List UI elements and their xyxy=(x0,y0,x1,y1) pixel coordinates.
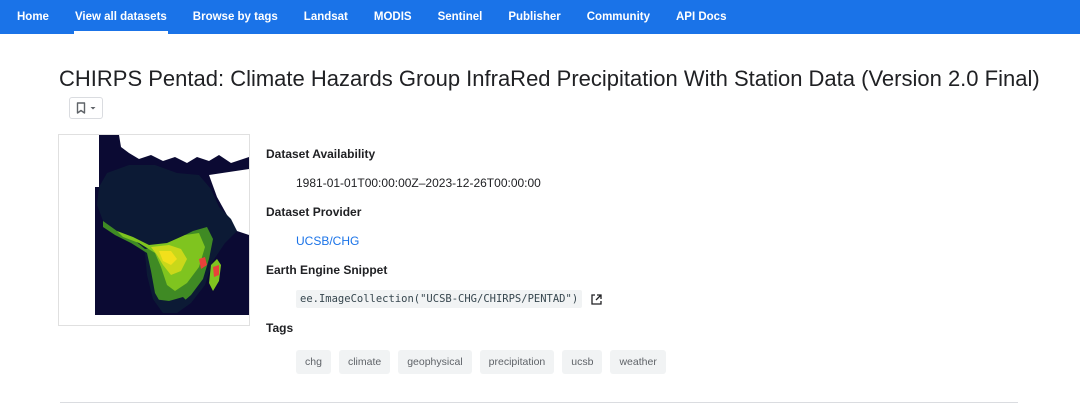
provider-label: Dataset Provider xyxy=(266,205,362,219)
nav-browse-by-tags[interactable]: Browse by tags xyxy=(180,0,291,34)
tag-climate[interactable]: climate xyxy=(338,350,391,374)
nav-modis[interactable]: MODIS xyxy=(361,0,425,34)
snippet-label: Earth Engine Snippet xyxy=(266,263,388,277)
provider-link[interactable]: UCSB/CHG xyxy=(296,234,359,248)
nav-api-docs[interactable]: API Docs xyxy=(663,0,740,34)
nav-view-all-datasets[interactable]: View all datasets xyxy=(62,0,180,34)
chevron-down-icon xyxy=(90,107,96,110)
tags-list: chg climate geophysical precipitation uc… xyxy=(296,350,666,374)
open-in-new-icon[interactable] xyxy=(590,293,603,306)
map-extreme-zone xyxy=(213,265,219,277)
page-title-text: CHIRPS Pentad: Climate Hazards Group Inf… xyxy=(59,66,1040,91)
tag-weather[interactable]: weather xyxy=(610,350,666,374)
africa-precipitation-map xyxy=(59,135,249,325)
page-title: CHIRPS Pentad: Climate Hazards Group Inf… xyxy=(59,64,1049,124)
section-divider xyxy=(60,402,1018,403)
top-nav: Home View all datasets Browse by tags La… xyxy=(0,0,1080,34)
nav-publisher[interactable]: Publisher xyxy=(495,0,573,34)
nav-sentinel[interactable]: Sentinel xyxy=(425,0,496,34)
nav-home[interactable]: Home xyxy=(4,0,62,34)
tag-chg[interactable]: chg xyxy=(296,350,331,374)
nav-landsat[interactable]: Landsat xyxy=(291,0,361,34)
dataset-metadata: Dataset Availability 1981-01-01T00:00:00… xyxy=(266,145,666,374)
snippet-code[interactable]: ee.ImageCollection("UCSB-CHG/CHIRPS/PENT… xyxy=(296,290,583,308)
availability-label: Dataset Availability xyxy=(266,147,376,161)
availability-value: 1981-01-01T00:00:00Z–2023-12-26T00:00:00 xyxy=(296,176,541,190)
tag-ucsb[interactable]: ucsb xyxy=(562,350,603,374)
tag-geophysical[interactable]: geophysical xyxy=(398,350,472,374)
bookmark-icon xyxy=(76,102,86,114)
snippet-row: ee.ImageCollection("UCSB-CHG/CHIRPS/PENT… xyxy=(296,279,666,319)
tags-label: Tags xyxy=(266,321,294,335)
dataset-thumbnail xyxy=(58,134,250,326)
tag-precipitation[interactable]: precipitation xyxy=(479,350,555,374)
nav-community[interactable]: Community xyxy=(574,0,663,34)
bookmark-button[interactable] xyxy=(69,97,103,120)
